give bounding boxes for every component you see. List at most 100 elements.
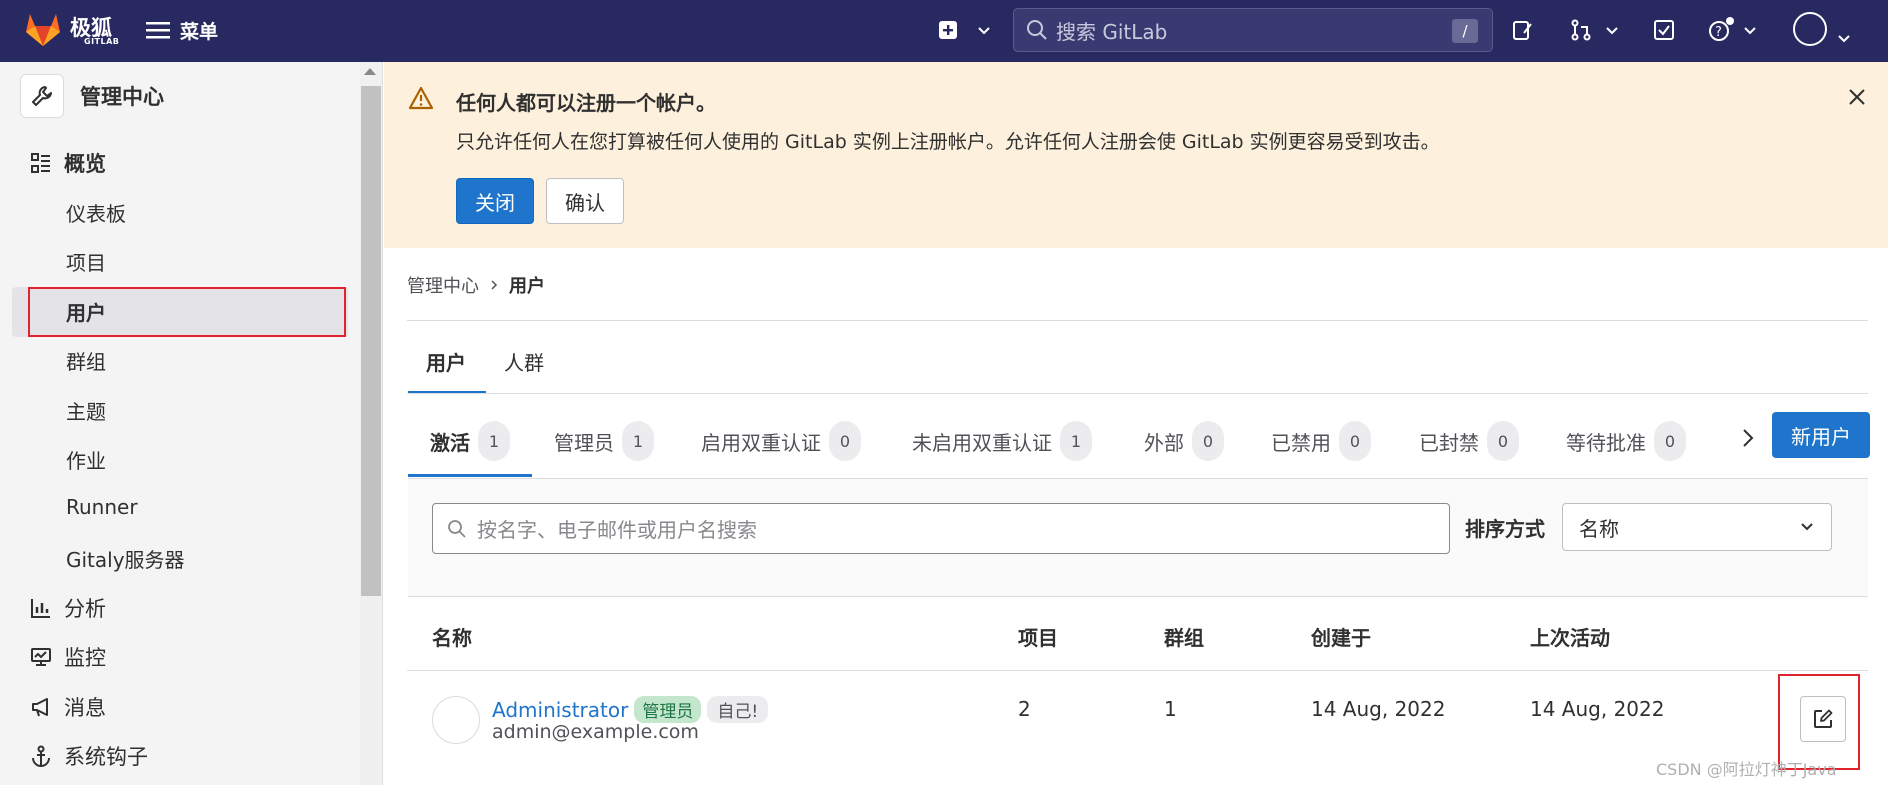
sidebar-item-monitoring[interactable]: 监控 — [30, 642, 106, 672]
merge-requests-button[interactable] — [1570, 14, 1620, 46]
sidebar-header-title: 管理中心 — [80, 85, 164, 109]
overview-list-icon — [31, 153, 50, 173]
filter-tab-external[interactable]: 外部 0 — [1144, 420, 1224, 462]
search-icon — [448, 519, 466, 538]
user-email: admin@example.com — [492, 721, 699, 743]
count-badge: 0 — [1487, 421, 1519, 461]
sidebar-item-system-hooks-label: 系统钩子 — [64, 745, 148, 769]
sidebar-item-analytics[interactable]: 分析 — [30, 593, 106, 623]
filter-tab-label: 未启用双重认证 — [912, 430, 1052, 455]
sidebar-item-runner[interactable]: Runner — [66, 495, 138, 519]
sidebar-item-dashboard[interactable]: 仪表板 — [66, 198, 126, 227]
sidebar-item-topics[interactable]: 主题 — [66, 396, 106, 425]
filter-tab-active[interactable]: 激活 1 — [430, 420, 510, 462]
search-placeholder: 搜索 GitLab — [1056, 19, 1168, 44]
hamburger-icon — [146, 22, 170, 39]
filter-tab-label: 管理员 — [554, 430, 614, 455]
column-header-name: 名称 — [432, 626, 472, 650]
help-question-icon: ? — [1709, 17, 1734, 41]
sidebar-scroll-thumb[interactable] — [361, 86, 381, 596]
tab-cohorts[interactable]: 人群 — [504, 347, 544, 376]
user-groups-count: 1 — [1164, 697, 1177, 721]
user-name-link[interactable]: Administrator — [492, 698, 628, 722]
sidebar-item-gitaly[interactable]: Gitaly服务器 — [66, 544, 185, 573]
sidebar-item-groups[interactable]: 群组 — [66, 346, 106, 375]
chevron-down-icon — [1801, 523, 1813, 531]
scroll-up-arrow-icon[interactable] — [364, 68, 376, 75]
sidebar-header[interactable]: 管理中心 — [20, 74, 164, 118]
menu-label: 菜单 — [180, 20, 219, 43]
divider — [407, 670, 1868, 671]
sidebar-item-overview-label: 概览 — [64, 152, 106, 176]
filter-tab-pending-approval[interactable]: 等待批准 0 — [1566, 420, 1686, 462]
chevron-right-icon — [491, 280, 498, 290]
count-badge: 0 — [829, 421, 861, 461]
user-search-placeholder: 按名字、电子邮件或用户名搜索 — [477, 518, 757, 542]
anchor-icon — [32, 745, 50, 767]
chevron-down-icon[interactable] — [1836, 22, 1852, 54]
sidebar-item-jobs[interactable]: 作业 — [66, 445, 106, 474]
alert-turn-off-button[interactable]: 关闭 — [456, 178, 534, 224]
filter-tab-label: 激活 — [430, 430, 470, 455]
help-button[interactable]: ? — [1708, 14, 1758, 46]
column-header-created: 创建于 — [1311, 626, 1371, 650]
filter-tab-label: 已禁用 — [1271, 430, 1331, 455]
brand-sub: GITLAB — [84, 37, 120, 46]
warning-icon — [408, 86, 434, 110]
filter-tab-2fa-enabled[interactable]: 启用双重认证 0 — [701, 420, 861, 462]
chevron-down-icon — [1744, 27, 1756, 35]
sort-dropdown[interactable]: 名称 — [1562, 503, 1832, 551]
alert-acknowledge-button[interactable]: 确认 — [546, 178, 624, 224]
bullhorn-icon — [32, 698, 48, 717]
count-badge: 1 — [622, 421, 654, 461]
tab-users[interactable]: 用户 — [426, 347, 466, 376]
user-name-line: Administrator 管理员 自己! — [492, 696, 769, 723]
user-search-input[interactable]: 按名字、电子邮件或用户名搜索 — [432, 503, 1450, 554]
alert-body: 只允许任何人在您打算被任何人使用的 GitLab 实例上注册帐户。允许任何人注册… — [456, 131, 1440, 153]
count-badge: 1 — [478, 421, 510, 461]
divider — [407, 393, 1868, 394]
alert-title: 任何人都可以注册一个帐户。 — [456, 91, 716, 115]
filter-tab-banned[interactable]: 已封禁 0 — [1419, 420, 1519, 462]
sidebar-item-messages[interactable]: 消息 — [30, 692, 106, 722]
user-created-date: 14 Aug, 2022 — [1311, 697, 1446, 721]
filter-tab-label: 已封禁 — [1419, 430, 1479, 455]
merge-request-icon — [1571, 19, 1591, 41]
global-search-input[interactable]: 搜索 GitLab / — [1013, 8, 1493, 52]
filter-tab-label: 外部 — [1144, 430, 1184, 455]
issues-icon — [1513, 21, 1532, 40]
breadcrumb-current: 用户 — [509, 276, 545, 297]
menu-button[interactable]: 菜单 — [146, 14, 218, 46]
new-user-button[interactable]: 新用户 — [1772, 412, 1870, 458]
svg-text:?: ? — [1715, 25, 1722, 40]
sort-selected: 名称 — [1579, 516, 1619, 541]
todos-button[interactable] — [1653, 14, 1675, 46]
count-badge: 0 — [1654, 421, 1686, 461]
count-badge: 1 — [1060, 421, 1092, 461]
sidebar-item-overview[interactable]: 概览 — [30, 148, 106, 178]
top-navbar: 极狐 GITLAB 菜单 搜索 GitLab / ? — [0, 0, 1888, 62]
user-avatar-menu[interactable] — [1793, 12, 1827, 46]
user-last-activity: 14 Aug, 2022 — [1530, 697, 1665, 721]
filter-tab-active-underline — [408, 474, 532, 477]
divider — [407, 320, 1868, 321]
filter-tab-blocked[interactable]: 已禁用 0 — [1271, 420, 1371, 462]
issues-button[interactable] — [1512, 14, 1534, 46]
close-icon[interactable] — [1848, 88, 1866, 106]
avatar[interactable] — [432, 696, 480, 744]
gitlab-logo[interactable] — [22, 8, 64, 48]
count-badge: 0 — [1192, 421, 1224, 461]
chevron-right-icon[interactable] — [1740, 426, 1756, 450]
create-new-button[interactable] — [938, 14, 992, 46]
sidebar-item-projects[interactable]: 项目 — [66, 247, 106, 276]
monitor-icon — [31, 648, 51, 666]
filter-tab-2fa-disabled[interactable]: 未启用双重认证 1 — [912, 420, 1092, 462]
sidebar-item-messages-label: 消息 — [64, 696, 106, 720]
breadcrumb-admin-link[interactable]: 管理中心 — [407, 272, 479, 298]
sidebar-item-analytics-label: 分析 — [64, 597, 106, 621]
filter-tab-admins[interactable]: 管理员 1 — [554, 420, 654, 462]
sidebar-item-system-hooks[interactable]: 系统钩子 — [30, 741, 148, 771]
chevron-down-icon — [1606, 27, 1618, 35]
count-badge: 0 — [1339, 421, 1371, 461]
chart-bar-icon — [31, 599, 50, 618]
